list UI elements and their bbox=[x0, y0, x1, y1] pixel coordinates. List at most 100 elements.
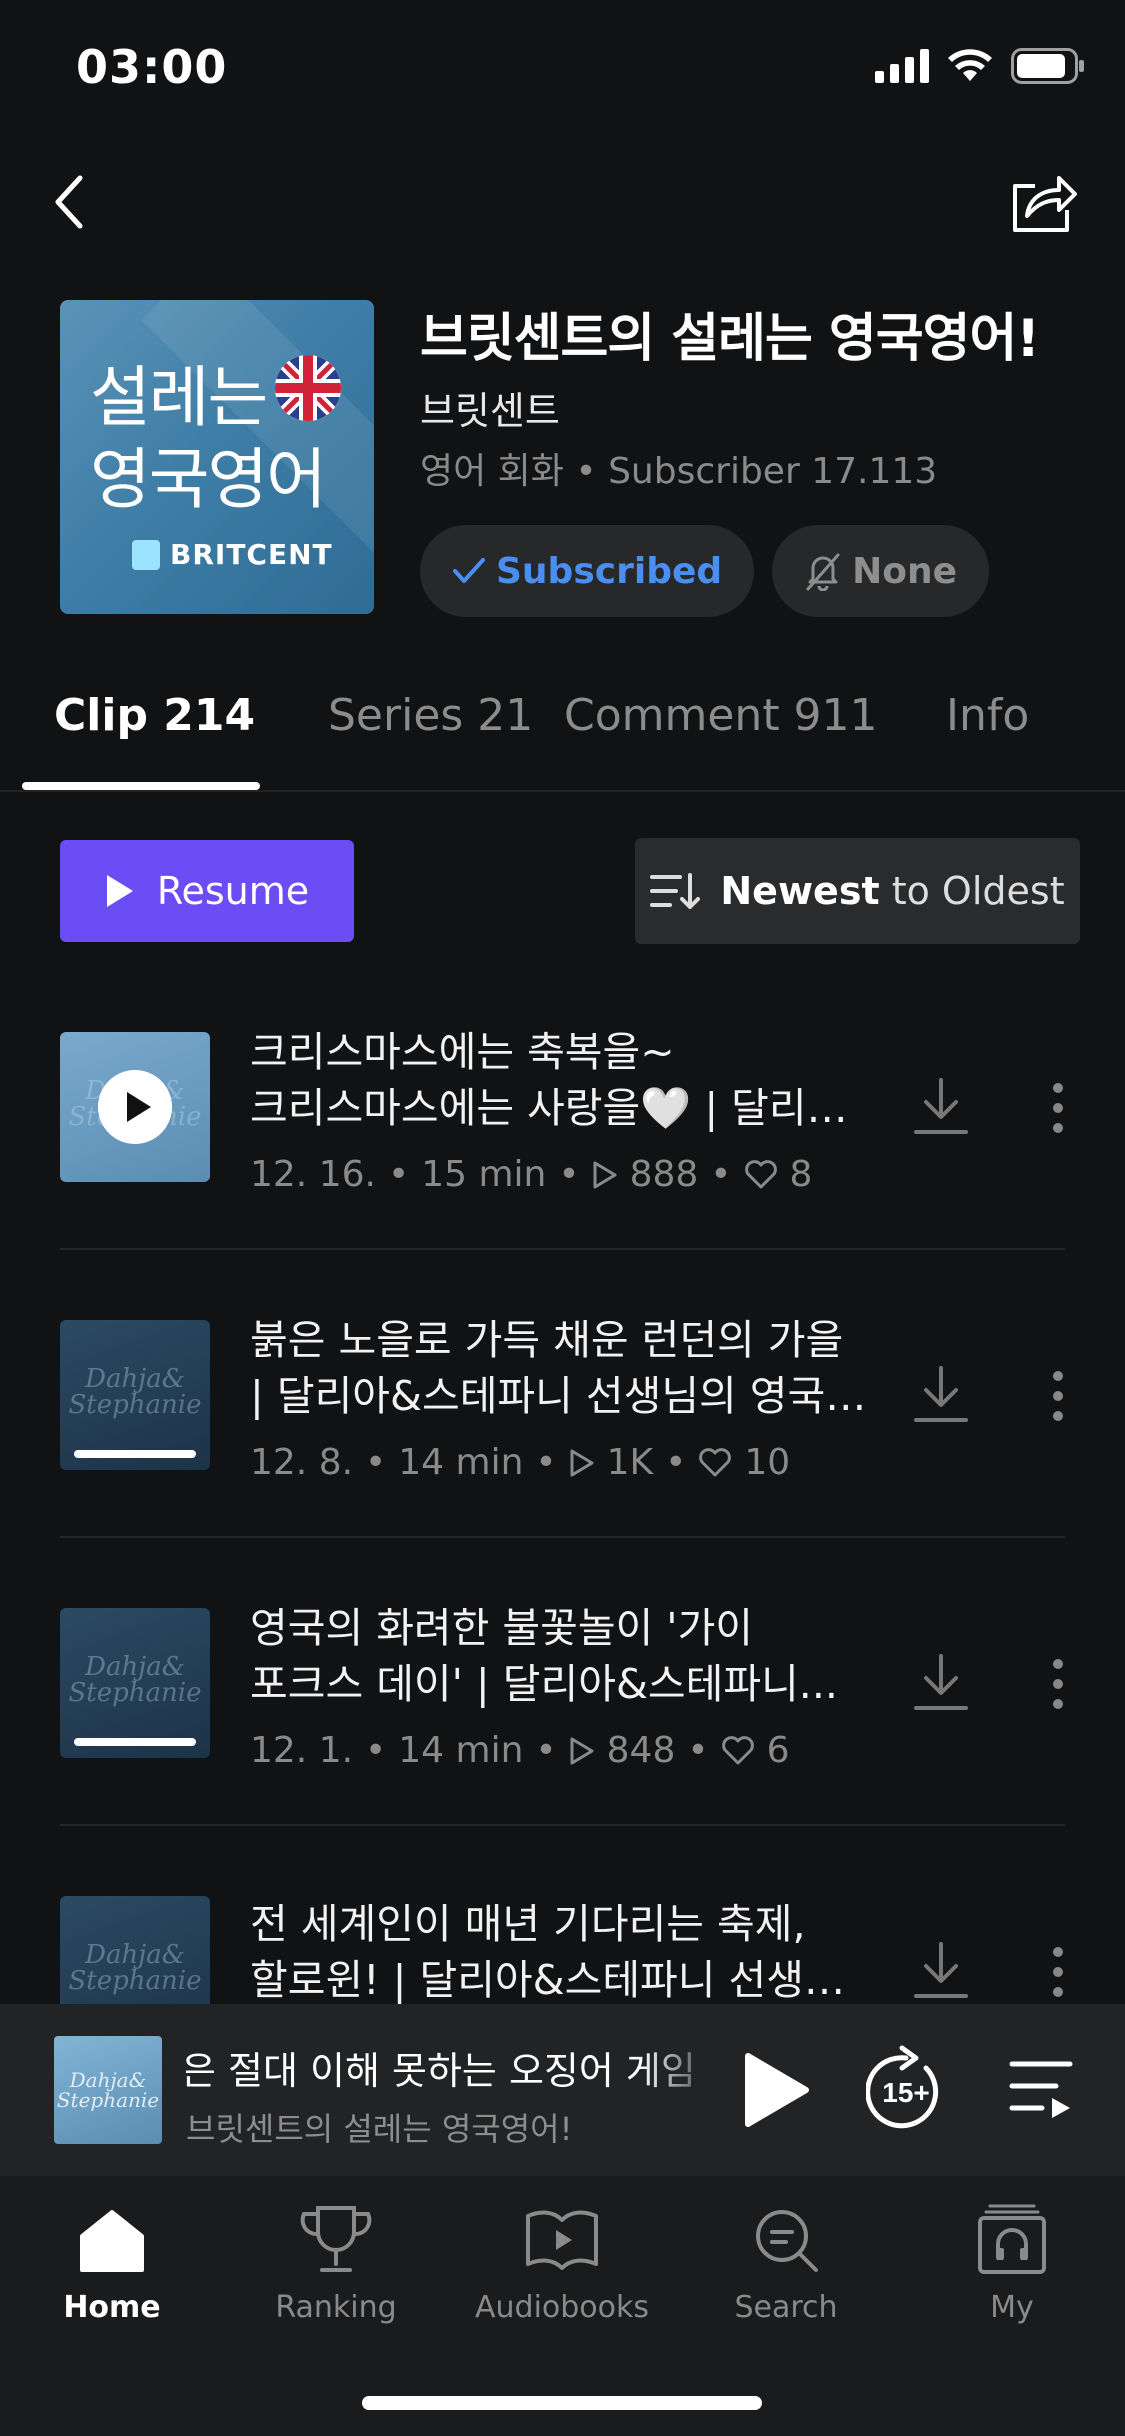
artwork-caption: Dahja& Stephanie bbox=[56, 2068, 160, 2112]
status-bar: 03:00 bbox=[0, 0, 1125, 140]
share-icon[interactable] bbox=[1007, 166, 1079, 238]
clip-likes: 8 bbox=[789, 1154, 813, 1195]
sort-icon bbox=[650, 873, 701, 909]
tab-search-label: Search bbox=[734, 2290, 838, 2325]
podcast-title: 브릿센트의 설레는 영국영어! bbox=[420, 309, 1040, 369]
tab-home[interactable]: Home bbox=[12, 2200, 212, 2325]
playlist-icon[interactable] bbox=[1008, 2056, 1074, 2120]
notification-label: None bbox=[852, 550, 958, 592]
tab-ranking[interactable]: Ranking bbox=[236, 2200, 436, 2325]
more-options-icon[interactable] bbox=[1050, 1370, 1066, 1422]
heart-icon bbox=[744, 1159, 777, 1188]
clip-progress-bar bbox=[74, 1450, 196, 1458]
clip-date: 12. 8. bbox=[250, 1442, 354, 1483]
sort-label-rest: to Oldest bbox=[879, 869, 1065, 913]
podcast-cover: 설레는 영국영어 BRITCENT bbox=[60, 300, 374, 614]
mini-player-subtitle: 브릿센트의 설레는 영국영어! bbox=[186, 2110, 573, 2148]
clip-thumbnail: Dahja&Stephanie bbox=[60, 1032, 210, 1182]
header-actions: Subscribed None bbox=[420, 525, 990, 617]
resume-button[interactable]: Resume bbox=[60, 840, 354, 942]
plays-icon bbox=[570, 1737, 594, 1764]
headphones-library-icon bbox=[978, 2204, 1046, 2274]
sort-label-bold: Newest bbox=[720, 869, 880, 913]
tab-info[interactable]: Info bbox=[946, 690, 1029, 741]
clip-duration: 14 min bbox=[398, 1442, 524, 1483]
download-icon[interactable] bbox=[912, 1940, 970, 2002]
sort-button[interactable]: Newest to Oldest bbox=[635, 838, 1080, 944]
active-tab-indicator bbox=[22, 782, 260, 790]
clip-plays: 1K bbox=[606, 1442, 654, 1483]
tab-my-label: My bbox=[990, 2290, 1034, 2325]
trophy-icon bbox=[300, 2206, 372, 2272]
home-icon bbox=[80, 2210, 144, 2272]
britcent-logo-icon bbox=[132, 539, 160, 570]
home-indicator bbox=[362, 2396, 762, 2410]
more-options-icon[interactable] bbox=[1050, 1082, 1066, 1134]
battery-icon bbox=[1011, 48, 1084, 84]
subscribed-button[interactable]: Subscribed bbox=[420, 525, 755, 617]
mini-player-artwork: Dahja& Stephanie bbox=[54, 2036, 162, 2144]
row-divider bbox=[60, 1248, 1065, 1250]
download-icon[interactable] bbox=[912, 1076, 970, 1138]
clip-thumbnail: Dahja&Stephanie bbox=[60, 1896, 210, 2004]
clip-date: 12. 1. bbox=[250, 1730, 354, 1771]
more-options-icon[interactable] bbox=[1050, 1658, 1066, 1710]
clip-row[interactable]: Dahja& Stephanie 붉은 노을로 가득 채운 런던의 가을 | 달리… bbox=[0, 1316, 1125, 1608]
more-options-icon[interactable] bbox=[1050, 1946, 1066, 1998]
clip-row[interactable]: Dahja& Stephanie 전 세계인이 매년 기다리는 축제, 할로윈! … bbox=[0, 1896, 1125, 2004]
check-icon bbox=[453, 558, 485, 583]
tab-audiobooks-label: Audiobooks bbox=[474, 2290, 650, 2325]
clip-progress-bar bbox=[74, 1738, 196, 1746]
heart-icon bbox=[699, 1447, 732, 1476]
tab-clip[interactable]: Clip 214 bbox=[54, 690, 255, 741]
heart-icon bbox=[721, 1735, 754, 1764]
mini-player[interactable]: Dahja& Stephanie 인은 절대 이해 못하는 오징어 게임 브릿센… bbox=[0, 2004, 1125, 2176]
mini-player-title: 인은 절대 이해 못하는 오징어 게임 bbox=[186, 2049, 696, 2093]
clip-title: 영국의 화려한 불꽃놀이 '가이 포크스 데이' | 달리아&스테파니... bbox=[250, 1604, 838, 1708]
clip-meta: 12. 1. • 14 min • 848 • 6 bbox=[250, 1730, 790, 1771]
skip-forward-15-icon[interactable]: 15+ bbox=[866, 2044, 950, 2136]
download-icon[interactable] bbox=[912, 1652, 970, 1714]
cover-text-line2: 영국영어 bbox=[90, 441, 327, 518]
subscribed-label: Subscribed bbox=[496, 550, 723, 592]
play-circle-icon[interactable] bbox=[98, 1070, 172, 1144]
tab-series[interactable]: Series 21 bbox=[328, 690, 533, 741]
status-icons bbox=[875, 48, 1085, 84]
notification-button[interactable]: None bbox=[772, 525, 990, 617]
clip-title: 전 세계인이 매년 기다리는 축제, 할로윈! | 달리아&스테파니 선생님의 … bbox=[250, 1900, 870, 2004]
cover-brand-text: BRITCENT bbox=[170, 538, 333, 571]
clip-duration: 15 min bbox=[421, 1154, 547, 1195]
cover-brand: BRITCENT bbox=[132, 538, 333, 571]
row-divider bbox=[60, 1536, 1065, 1538]
skip-label: 15+ bbox=[882, 2077, 930, 2108]
clip-plays: 888 bbox=[629, 1154, 699, 1195]
clip-row[interactable]: Dahja&Stephanie 크리스마스에는 축복을~ 크리스마스에는 사랑을… bbox=[0, 1028, 1125, 1320]
uk-flag-icon bbox=[275, 355, 341, 421]
clip-date: 12. 16. bbox=[250, 1154, 376, 1195]
content-tabs: Clip 214 Series 21 Comment 911 Info bbox=[0, 690, 1125, 792]
back-arrow-icon[interactable] bbox=[40, 170, 104, 234]
tab-comment[interactable]: Comment 911 bbox=[564, 690, 878, 741]
clip-row[interactable]: Dahja& Stephanie 영국의 화려한 불꽃놀이 '가이 포크스 데이'… bbox=[0, 1604, 1125, 1896]
podcast-meta: 영어 회화 • Subscriber 17.113 bbox=[420, 451, 938, 492]
book-play-icon bbox=[526, 2210, 598, 2270]
tab-my[interactable]: My bbox=[912, 2200, 1112, 2325]
clip-plays: 848 bbox=[606, 1730, 676, 1771]
play-icon[interactable] bbox=[740, 2050, 812, 2130]
signal-icon bbox=[875, 49, 929, 83]
subscriber-count: Subscriber 17.113 bbox=[608, 451, 938, 492]
download-icon[interactable] bbox=[912, 1364, 970, 1426]
sort-label: Newest to Oldest bbox=[720, 869, 1064, 913]
plays-icon bbox=[593, 1161, 617, 1188]
clip-duration: 14 min bbox=[398, 1730, 524, 1771]
search-icon bbox=[756, 2210, 818, 2272]
play-icon bbox=[106, 875, 133, 907]
podcast-category: 영어 회화 bbox=[420, 451, 564, 492]
tab-audiobooks[interactable]: Audiobooks bbox=[462, 2200, 662, 2325]
clip-likes: 6 bbox=[766, 1730, 790, 1771]
tab-search[interactable]: Search bbox=[686, 2200, 886, 2325]
row-divider bbox=[60, 1824, 1065, 1826]
bell-off-icon bbox=[806, 553, 840, 591]
podcast-author[interactable]: 브릿센트 bbox=[420, 380, 560, 435]
clip-thumbnail: Dahja&Stephanie bbox=[60, 1320, 210, 1470]
